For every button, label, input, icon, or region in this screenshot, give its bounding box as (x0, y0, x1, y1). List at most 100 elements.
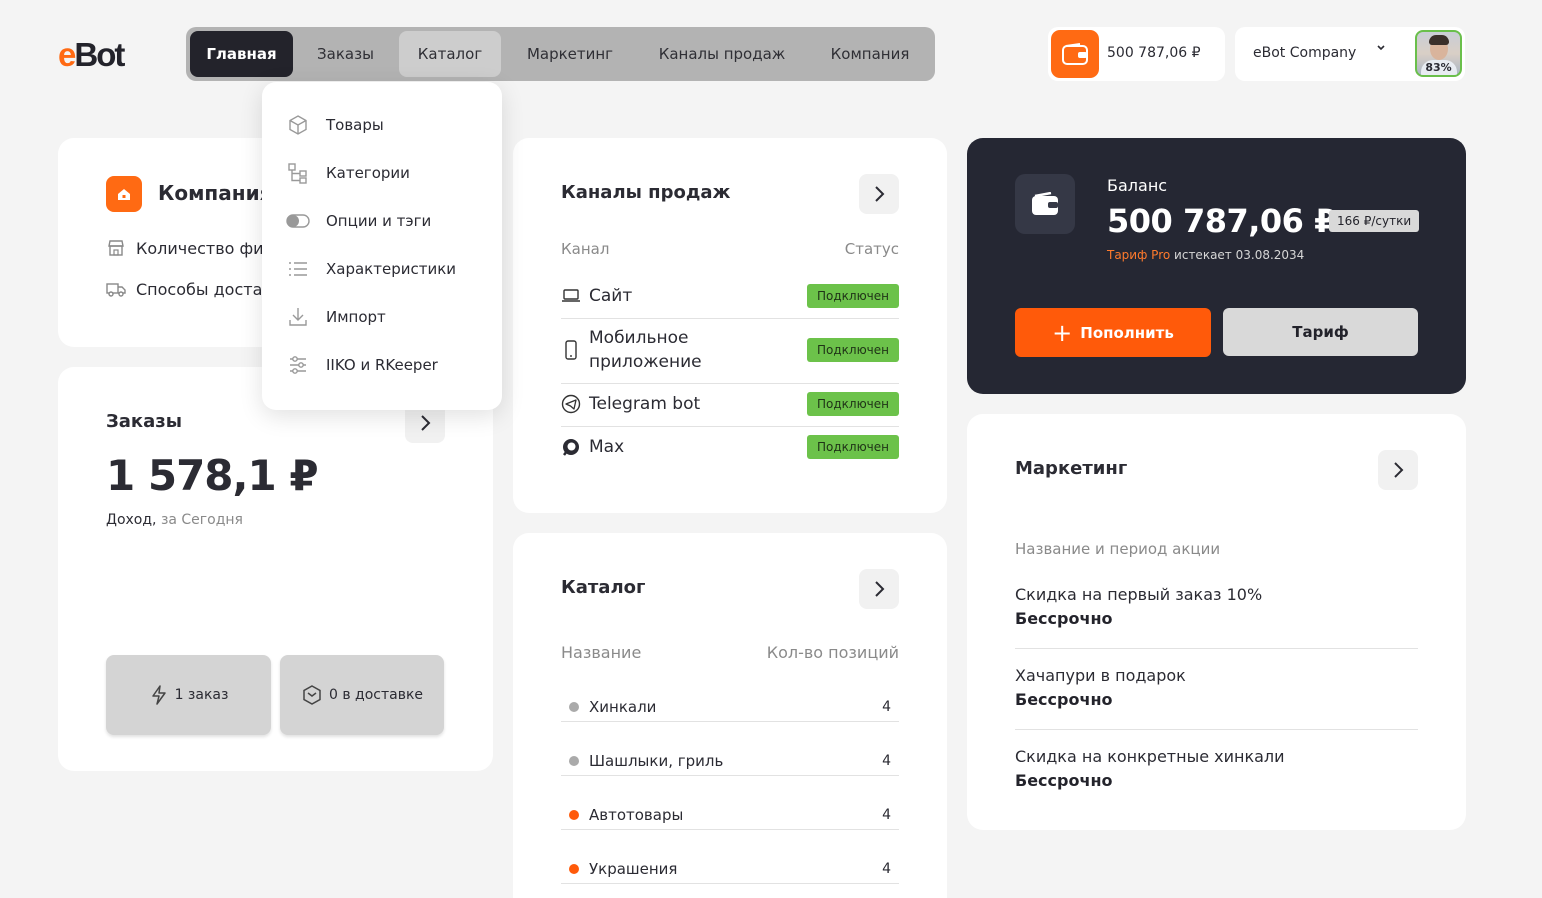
sales-channels-open-button[interactable] (859, 174, 899, 214)
tab-company[interactable]: Компания (812, 31, 928, 77)
phone-icon (561, 340, 581, 360)
catalog-row[interactable]: Украшения 4 (561, 854, 899, 884)
balance-card: Баланс 500 787,06 ₽ 166 ₽/сутки Тариф Pr… (967, 138, 1466, 394)
laptop-icon (561, 288, 581, 304)
chevron-right-icon (1394, 462, 1404, 478)
orders-income-caption: Доход, за Сегодня (106, 512, 243, 528)
wallet-icon (1051, 30, 1099, 78)
status-badge: Подключен (807, 435, 899, 459)
topup-button[interactable]: + Пополнить (1015, 308, 1211, 357)
wallet-widget[interactable]: 500 787,06 ₽ (1048, 27, 1225, 81)
status-dot (569, 701, 579, 712)
promo-item[interactable]: Скидка на первый заказ 10% Бессрочно (1015, 583, 1418, 631)
column-header-status: Статус (844, 240, 899, 258)
chevron-right-icon (421, 415, 431, 431)
marketing-open-button[interactable] (1378, 450, 1418, 490)
status-dot (569, 863, 579, 874)
status-badge: Подключен (807, 284, 899, 308)
orders-count-button[interactable]: 1 заказ (106, 655, 271, 735)
wallet-amount: 500 787,06 ₽ (1107, 45, 1201, 61)
daily-rate-badge: 166 ₽/сутки (1329, 210, 1420, 232)
marketing-card-title: Маркетинг (1015, 458, 1128, 479)
status-badge: Подключен (807, 338, 899, 362)
balance-amount: 500 787,06 ₽ (1107, 202, 1336, 240)
tab-orders[interactable]: Заказы (298, 31, 393, 77)
sliders-icon (286, 354, 310, 376)
channel-row[interactable]: Max Подключен (561, 435, 899, 459)
status-dot (569, 755, 579, 766)
tree-icon (286, 162, 310, 184)
period-selector[interactable]: за Сегодня (161, 512, 243, 528)
status-badge: Подключен (807, 392, 899, 416)
catalog-row[interactable]: Хинкали 4 (561, 692, 899, 722)
tab-sales-channels[interactable]: Каналы продаж (638, 31, 806, 77)
column-header-count: Кол-во позиций (766, 643, 899, 662)
menu-item-products[interactable]: Товары (286, 113, 384, 137)
tariff-info: Тариф Pro истекает 03.08.2034 (1107, 248, 1305, 262)
sales-channels-title: Каналы продаж (561, 182, 731, 203)
column-header-channel: Канал (561, 240, 610, 258)
divider (561, 383, 899, 384)
chevron-down-icon (1376, 42, 1386, 57)
channel-row[interactable]: Сайт Подключен (561, 284, 899, 308)
menu-item-import[interactable]: Импорт (286, 305, 386, 329)
avatar[interactable]: 83% (1415, 30, 1462, 77)
menu-item-iiko-rkeeper[interactable]: IIKO и RKeeper (286, 353, 438, 377)
catalog-row[interactable]: Автотовары 4 (561, 800, 899, 830)
tariff-link[interactable]: Тариф Pro (1107, 248, 1170, 262)
catalog-dropdown-menu: Товары Категории Опции и тэги Характерис… (262, 82, 502, 410)
channel-row[interactable]: Telegram bot Подключен (561, 392, 899, 416)
menu-item-characteristics[interactable]: Характеристики (286, 257, 456, 281)
balance-label: Баланс (1107, 176, 1168, 195)
main-nav: Главная Заказы Каталог Маркетинг Каналы … (186, 27, 935, 81)
catalog-card: Каталог Название Кол-во позиций Хинкали … (513, 533, 947, 898)
bolt-icon (151, 685, 166, 705)
promo-item[interactable]: Скидка на конкретные хинкали Бессрочно (1015, 745, 1418, 793)
catalog-row[interactable]: Шашлыки, гриль 4 (561, 746, 899, 776)
toggle-icon (286, 213, 310, 229)
divider (561, 318, 899, 319)
tab-home[interactable]: Главная (190, 31, 293, 77)
max-icon (561, 437, 581, 457)
list-icon (286, 260, 310, 278)
tab-catalog[interactable]: Каталог (399, 31, 501, 77)
download-icon (286, 306, 310, 328)
column-header-name: Название (561, 643, 642, 662)
ebot-logo[interactable]: eBot (58, 38, 125, 71)
promo-item[interactable]: Хачапури в подарок Бессрочно (1015, 664, 1418, 712)
marketing-card: Маркетинг Название и период акции Скидка… (967, 414, 1466, 830)
company-name: eBot Company (1253, 45, 1357, 61)
truck-icon (106, 283, 126, 297)
company-card-title: Компания (158, 181, 273, 205)
catalog-open-button[interactable] (859, 569, 899, 609)
divider (561, 426, 899, 427)
company-row-delivery[interactable]: Способы доста (106, 279, 262, 299)
orders-card: Заказы 1 578,1 ₽ Доход, за Сегодня 1 зак… (58, 367, 493, 771)
wallet-icon (1015, 174, 1075, 234)
menu-item-options-tags[interactable]: Опции и тэги (286, 209, 431, 233)
company-row-branches[interactable]: Количество фи (106, 238, 264, 258)
orders-card-title: Заказы (106, 411, 183, 432)
catalog-card-title: Каталог (561, 577, 646, 598)
column-header-promo: Название и период акции (1015, 540, 1221, 558)
chevron-right-icon (875, 581, 885, 597)
orders-delivery-button[interactable]: 0 в доставке (280, 655, 444, 735)
divider (1015, 648, 1418, 649)
telegram-icon (561, 394, 581, 414)
company-selector[interactable]: eBot Company 83% (1235, 27, 1465, 81)
tariff-button[interactable]: Тариф (1223, 308, 1418, 356)
divider (1015, 729, 1418, 730)
menu-item-categories[interactable]: Категории (286, 161, 410, 185)
sales-channels-card: Каналы продаж Канал Статус Сайт Подключе… (513, 138, 947, 513)
tab-marketing[interactable]: Маркетинг (508, 31, 632, 77)
package-icon (303, 685, 321, 705)
chevron-right-icon (875, 186, 885, 202)
store-icon (108, 240, 124, 256)
profile-progress: 83% (1425, 61, 1452, 74)
status-dot (569, 809, 579, 820)
channel-row[interactable]: Мобильное приложение Подключен (561, 326, 899, 374)
orders-income-amount: 1 578,1 ₽ (106, 451, 319, 500)
home-icon (106, 176, 142, 212)
box-icon (286, 114, 310, 136)
plus-icon: + (1052, 318, 1073, 347)
